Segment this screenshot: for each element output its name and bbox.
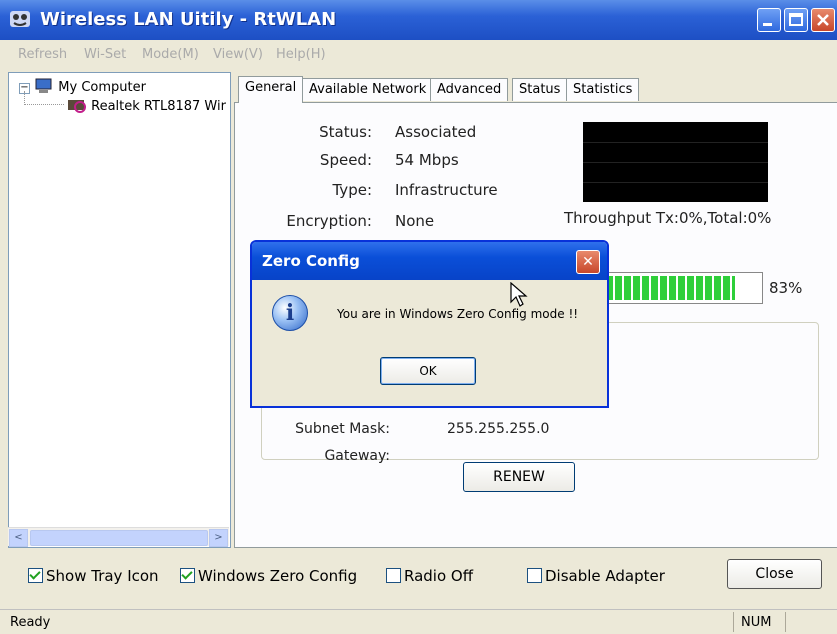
close-window-button[interactable]: [811, 8, 835, 32]
device-tree[interactable]: − My Computer Realtek RTL8187 Wir: [8, 72, 231, 548]
tree-label-adapter: Realtek RTL8187 Wir: [91, 99, 226, 114]
encryption-label: Encryption:: [286, 212, 372, 230]
maximize-icon: [789, 13, 803, 26]
dialog-titlebar: Zero Config ✕: [252, 242, 607, 280]
close-button[interactable]: Close: [727, 559, 822, 589]
throughput-text: Throughput Tx:0%,Total:0%: [564, 209, 772, 227]
scroll-thumb[interactable]: [30, 530, 208, 546]
menu-view[interactable]: View(V): [213, 47, 263, 62]
signal-percent-text: 83%: [769, 279, 803, 297]
zero-config-dialog: Zero Config ✕ i You are in Windows Zero …: [250, 240, 609, 408]
subnet-mask-value: 255.255.255.0: [447, 421, 550, 437]
throughput-graph: [583, 122, 768, 202]
network-adapter-icon: [68, 100, 86, 113]
tab-general[interactable]: General: [238, 76, 304, 103]
window-titlebar: Wireless LAN Uitily - RtWLAN: [0, 0, 837, 40]
dialog-message: You are in Windows Zero Config mode !!: [337, 307, 579, 321]
scroll-left-button[interactable]: <: [9, 529, 28, 547]
type-label: Type:: [332, 181, 372, 199]
speed-label: Speed:: [319, 151, 372, 169]
checkbox-icon: [28, 568, 43, 583]
menu-wi-set[interactable]: Wi-Set: [84, 47, 126, 62]
renew-button[interactable]: RENEW: [463, 462, 575, 492]
ok-button[interactable]: OK: [380, 357, 476, 385]
tree-item-adapter[interactable]: Realtek RTL8187 Wir: [67, 97, 226, 114]
menubar: Refresh Wi-Set Mode(M) View(V) Help(H): [0, 40, 837, 72]
tab-statistics[interactable]: Statistics: [566, 78, 640, 101]
minimize-icon: [763, 23, 772, 26]
mouse-cursor-icon: [510, 282, 528, 307]
signal-strength-fill: [606, 276, 736, 300]
gateway-label: Gateway:: [324, 448, 390, 464]
window-title: Wireless LAN Uitily - RtWLAN: [40, 9, 337, 30]
encryption-value: None: [395, 212, 435, 230]
speed-value: 54 Mbps: [395, 151, 459, 169]
windows-zero-config-checkbox[interactable]: Windows Zero Config: [180, 567, 357, 585]
dialog-close-button[interactable]: ✕: [576, 250, 600, 274]
computer-icon: [35, 78, 52, 93]
menu-refresh[interactable]: Refresh: [18, 47, 67, 62]
maximize-button[interactable]: [784, 8, 808, 32]
options-bar: Show Tray Icon Windows Zero Config Radio…: [0, 546, 837, 608]
status-num: NUM: [741, 615, 772, 630]
show-tray-icon-checkbox[interactable]: Show Tray Icon: [28, 567, 159, 585]
tab-available-network[interactable]: Available Network: [302, 78, 434, 101]
disable-adapter-checkbox[interactable]: Disable Adapter: [527, 567, 665, 585]
info-icon: i: [272, 295, 308, 331]
show-tray-icon-label: Show Tray Icon: [46, 567, 159, 585]
disable-adapter-label: Disable Adapter: [545, 567, 665, 585]
checkbox-icon: [386, 568, 401, 583]
tab-status[interactable]: Status: [512, 78, 568, 101]
status-ready: Ready: [10, 615, 51, 630]
minimize-button[interactable]: [757, 8, 781, 32]
tree-horizontal-scrollbar[interactable]: < >: [8, 527, 229, 547]
checkbox-icon: [180, 568, 195, 583]
status-bar: Ready NUM: [0, 609, 837, 634]
windows-zero-config-label: Windows Zero Config: [198, 567, 358, 585]
menu-mode[interactable]: Mode(M): [142, 47, 199, 62]
subnet-mask-label: Subnet Mask:: [295, 421, 390, 437]
checkbox-icon: [527, 568, 542, 583]
app-icon: [10, 11, 30, 27]
close-icon: [817, 14, 829, 26]
status-label: Status:: [319, 123, 372, 141]
close-icon: ✕: [582, 254, 594, 270]
tree-label-my-computer: My Computer: [58, 80, 146, 95]
radio-off-checkbox[interactable]: Radio Off: [386, 567, 473, 585]
radio-off-label: Radio Off: [404, 567, 474, 585]
tree-item-my-computer[interactable]: − My Computer: [19, 78, 146, 95]
tab-advanced[interactable]: Advanced: [430, 78, 509, 101]
scroll-right-button[interactable]: >: [209, 529, 228, 547]
menu-help[interactable]: Help(H): [276, 47, 326, 62]
signal-strength-bar: [605, 272, 763, 304]
dialog-title: Zero Config: [262, 252, 360, 270]
type-value: Infrastructure: [395, 181, 498, 199]
status-value: Associated: [395, 123, 477, 141]
